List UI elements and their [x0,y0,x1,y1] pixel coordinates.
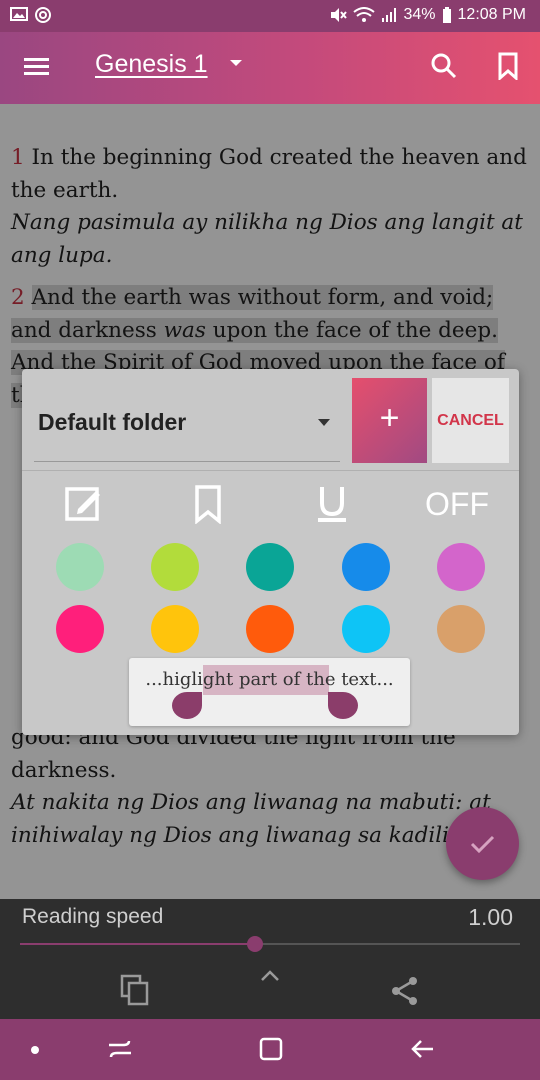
clock: 12:08 PM [457,6,526,23]
color-swatch[interactable] [342,543,390,591]
color-swatch[interactable] [437,543,485,591]
chapter-title[interactable]: Genesis 1 [95,50,208,79]
speed-slider[interactable] [20,936,520,952]
battery-icon [442,7,451,23]
status-bar: 34% 12:08 PM [0,0,540,32]
preview-text: ...higlight part of the text... [145,669,394,690]
color-swatch[interactable] [151,605,199,653]
at-icon [35,7,51,23]
cancel-button[interactable]: CANCEL [432,378,509,463]
app-bar: Genesis 1 [0,32,540,104]
color-swatch[interactable] [56,605,104,653]
home-icon[interactable] [259,1037,283,1061]
signal-icon [382,8,397,22]
wifi-icon [353,7,376,22]
reading-speed-panel: Reading speed 1.00 [0,899,540,1019]
divider [22,470,519,471]
share-icon[interactable] [390,976,420,1006]
dropdown-caret-icon [318,419,330,426]
highlight-off-button[interactable]: OFF [425,486,489,523]
highlight-dialog: Default folder + CANCEL OFF ...higlight … [22,369,519,735]
selection-start-handle[interactable] [172,692,202,719]
mute-icon [331,8,348,22]
speed-slider-thumb[interactable] [247,936,263,952]
nav-dot-icon[interactable] [31,1046,39,1054]
back-icon[interactable] [410,1037,436,1061]
add-folder-button[interactable]: + [352,378,427,463]
bookmark-add-icon[interactable] [188,484,228,524]
confirm-fab[interactable] [446,807,519,880]
underline-icon[interactable] [312,484,352,524]
battery-percent: 34% [403,6,436,23]
recent-apps-icon[interactable] [107,1037,133,1061]
edit-note-icon[interactable] [64,484,104,524]
color-swatch[interactable] [151,543,199,591]
folder-label: Default folder [38,409,187,435]
speed-value: 1.00 [468,904,513,930]
highlight-preview: ...higlight part of the text... [129,658,410,726]
selection-end-handle[interactable] [328,692,358,719]
system-nav-bar [0,1019,540,1080]
bookmark-icon[interactable] [496,52,520,80]
chevron-up-icon[interactable] [258,967,282,985]
color-swatch[interactable] [342,605,390,653]
color-swatch[interactable] [437,605,485,653]
color-swatch[interactable] [246,605,294,653]
chevron-down-icon[interactable] [228,58,244,68]
menu-icon[interactable] [22,52,52,82]
color-swatch[interactable] [56,543,104,591]
gallery-icon [10,7,28,21]
speed-label: Reading speed [22,905,164,928]
folder-dropdown[interactable]: Default folder [34,381,340,462]
speed-slider-fill [20,943,255,945]
search-icon[interactable] [430,52,458,80]
copy-icon[interactable] [120,974,150,1006]
check-icon [470,835,495,854]
color-swatch[interactable] [246,543,294,591]
